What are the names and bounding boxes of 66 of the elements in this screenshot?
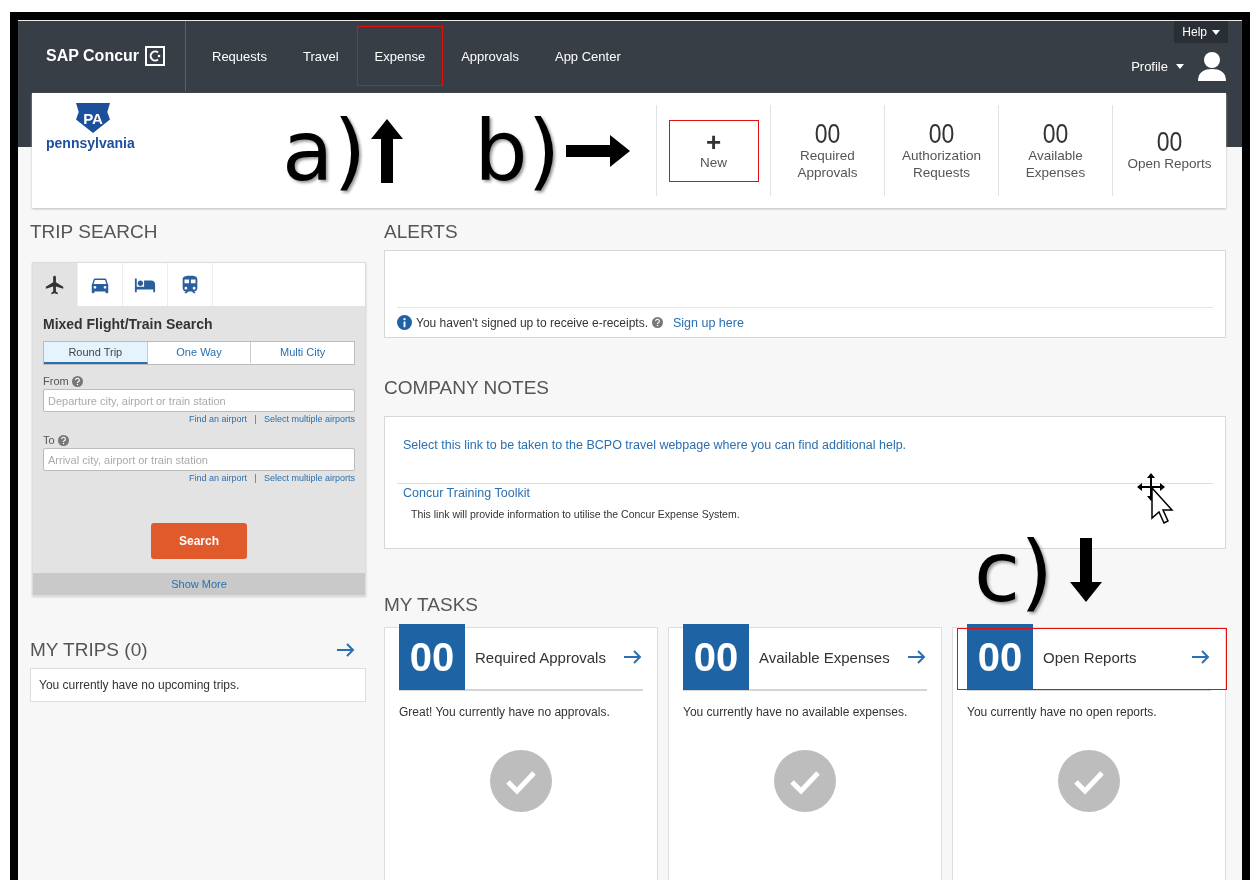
profile-menu[interactable]: Profile bbox=[1131, 58, 1184, 74]
nav-link[interactable]: Expense bbox=[356, 26, 444, 86]
trip-type-tab[interactable]: One Way bbox=[147, 342, 252, 364]
task-message: Great! You currently have no approvals. bbox=[399, 704, 611, 721]
help-icon bbox=[652, 317, 663, 328]
plane-icon bbox=[44, 273, 66, 296]
note-link[interactable]: Concur Training Toolkit bbox=[403, 486, 1207, 500]
logo-text: pennsylvania bbox=[46, 135, 135, 151]
location-field[interactable]: Departure city, airport or train station bbox=[43, 389, 355, 412]
info-icon bbox=[397, 315, 412, 330]
trip-type-tab[interactable]: Round Trip bbox=[44, 342, 148, 364]
help-icon bbox=[57, 434, 69, 446]
task-count: 00 bbox=[683, 624, 749, 690]
search-button[interactable]: Search bbox=[151, 523, 247, 559]
section-title: TRIP SEARCH bbox=[30, 220, 159, 244]
quick-count-button[interactable]: 00 Open Reports bbox=[1112, 105, 1226, 196]
nav-link[interactable]: Approvals bbox=[443, 26, 537, 86]
sign-up-link[interactable]: Sign up here bbox=[673, 315, 744, 330]
annotation-label: c) bbox=[974, 530, 1053, 614]
field-label: To bbox=[43, 434, 55, 446]
caret-icon bbox=[1212, 29, 1220, 35]
arrow-right-icon[interactable] bbox=[336, 643, 356, 657]
task-count: 00 bbox=[399, 624, 465, 690]
note-link[interactable]: Select this link to be taken to the BCPO travel webpage where you can find additional help. bbox=[403, 438, 907, 452]
airport-link[interactable]: Find an airport bbox=[188, 473, 247, 483]
nav-link[interactable]: Requests bbox=[194, 26, 285, 86]
brand-name: SAP Concur bbox=[46, 47, 140, 65]
move-cursor-icon bbox=[1137, 472, 1175, 524]
check-circle-icon bbox=[774, 750, 836, 813]
state-logo: PA bbox=[76, 103, 110, 133]
check-circle-icon bbox=[490, 750, 552, 813]
task-message: You currently have no available expenses. bbox=[683, 704, 909, 721]
travel-tab[interactable] bbox=[33, 263, 78, 306]
annotation-label: a) bbox=[282, 108, 367, 193]
nav-link[interactable]: App Center bbox=[536, 26, 639, 86]
search-heading: Mixed Flight/Train Search bbox=[43, 316, 214, 332]
empty-message: You currently have no upcoming trips. bbox=[30, 668, 366, 702]
arrow-down-icon bbox=[1068, 536, 1103, 604]
nav-link[interactable]: Travel bbox=[284, 26, 357, 86]
check-circle-icon bbox=[1058, 750, 1120, 813]
annotation-label: b) bbox=[474, 108, 561, 193]
trip-type-tab[interactable]: Multi City bbox=[251, 342, 354, 364]
task-count: 00 bbox=[967, 624, 1033, 690]
task-title[interactable]: Open Reports bbox=[1043, 648, 1191, 666]
section-title: ALERTS bbox=[384, 220, 459, 244]
logo-icon bbox=[145, 46, 166, 66]
task-message: You currently have no open reports. bbox=[967, 704, 1158, 721]
caret-icon bbox=[1176, 63, 1184, 69]
location-field[interactable]: Arrival city, airport or train station bbox=[43, 448, 355, 471]
help-menu[interactable]: Help bbox=[1174, 21, 1228, 43]
airport-link[interactable]: Select multiple airports bbox=[263, 473, 355, 483]
airport-link[interactable]: Find an airport bbox=[188, 414, 247, 424]
task-title[interactable]: Available Expenses bbox=[759, 648, 907, 666]
avatar-icon[interactable] bbox=[1198, 51, 1226, 81]
section-title: COMPANY NOTES bbox=[384, 376, 551, 400]
arrow-right-icon[interactable] bbox=[1191, 650, 1211, 664]
task-title[interactable]: Required Approvals bbox=[475, 648, 623, 666]
section-title: MY TRIPS (0) bbox=[30, 638, 148, 662]
alert-message: You haven't signed up to receive e-receipts. bbox=[416, 315, 648, 330]
help-icon bbox=[71, 375, 83, 387]
note-description: This link will provide information to utilise the Concur Expense System. bbox=[410, 508, 741, 520]
section-title: MY TASKS bbox=[384, 593, 479, 617]
arrow-right-icon[interactable] bbox=[907, 650, 927, 664]
field-label: From bbox=[43, 375, 69, 387]
airport-link[interactable]: Select multiple airports bbox=[263, 414, 355, 424]
arrow-right-icon[interactable] bbox=[623, 650, 643, 664]
